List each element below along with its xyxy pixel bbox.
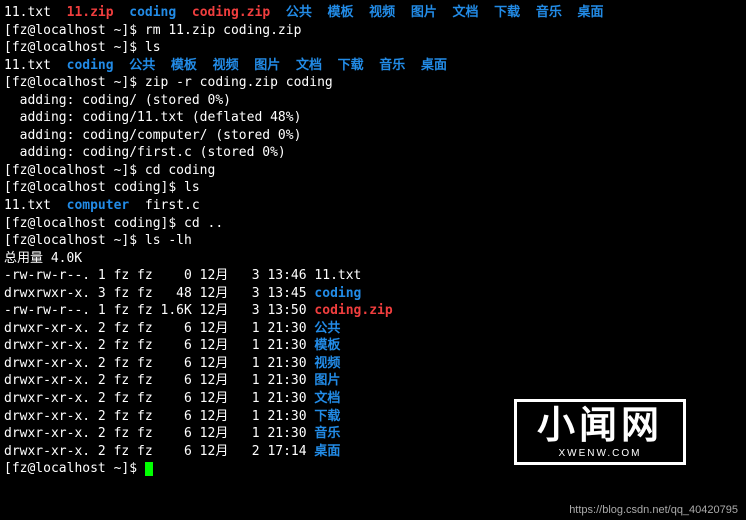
zip-output: adding: coding/first.c (stored 0%) xyxy=(4,144,742,162)
ls-output: 11.txt 11.zip coding coding.zip 公共 模板 视频… xyxy=(4,4,742,22)
zip-output: adding: coding/computer/ (stored 0%) xyxy=(4,127,742,145)
watermark-en: XWENW.COM xyxy=(537,447,663,461)
cmd-lslh: [fz@localhost ~]$ ls -lh xyxy=(4,232,742,250)
footer-url: https://blog.csdn.net/qq_40420795 xyxy=(569,503,738,518)
ls-row: drwxrwxr-x. 3 fz fz 48 12月 3 13:45 codin… xyxy=(4,285,742,303)
ls-total: 总用量 4.0K xyxy=(4,250,742,268)
watermark-cn: 小闻网 xyxy=(537,407,663,445)
zip-output: adding: coding/11.txt (deflated 48%) xyxy=(4,109,742,127)
ls-output: 11.txt computer first.c xyxy=(4,197,742,215)
ls-row: drwxr-xr-x. 2 fz fz 6 12月 1 21:30 公共 xyxy=(4,320,742,338)
ls-output: 11.txt coding 公共 模板 视频 图片 文档 下载 音乐 桌面 xyxy=(4,57,742,75)
cmd-rm: [fz@localhost ~]$ rm 11.zip coding.zip xyxy=(4,22,742,40)
ls-row: drwxr-xr-x. 2 fz fz 6 12月 1 21:30 视频 xyxy=(4,355,742,373)
cursor xyxy=(145,462,153,476)
cmd-cd: [fz@localhost ~]$ cd coding xyxy=(4,162,742,180)
zip-output: adding: coding/ (stored 0%) xyxy=(4,92,742,110)
cmd-cd: [fz@localhost coding]$ cd .. xyxy=(4,215,742,233)
ls-row: drwxr-xr-x. 2 fz fz 6 12月 1 21:30 图片 xyxy=(4,372,742,390)
ls-row: drwxr-xr-x. 2 fz fz 6 12月 1 21:30 模板 xyxy=(4,337,742,355)
cmd-zip: [fz@localhost ~]$ zip -r coding.zip codi… xyxy=(4,74,742,92)
cmd-ls: [fz@localhost coding]$ ls xyxy=(4,179,742,197)
ls-row: -rw-rw-r--. 1 fz fz 0 12月 3 13:46 11.txt xyxy=(4,267,742,285)
watermark: 小闻网 XWENW.COM xyxy=(514,399,686,466)
cmd-ls: [fz@localhost ~]$ ls xyxy=(4,39,742,57)
ls-row: -rw-rw-r--. 1 fz fz 1.6K 12月 3 13:50 cod… xyxy=(4,302,742,320)
